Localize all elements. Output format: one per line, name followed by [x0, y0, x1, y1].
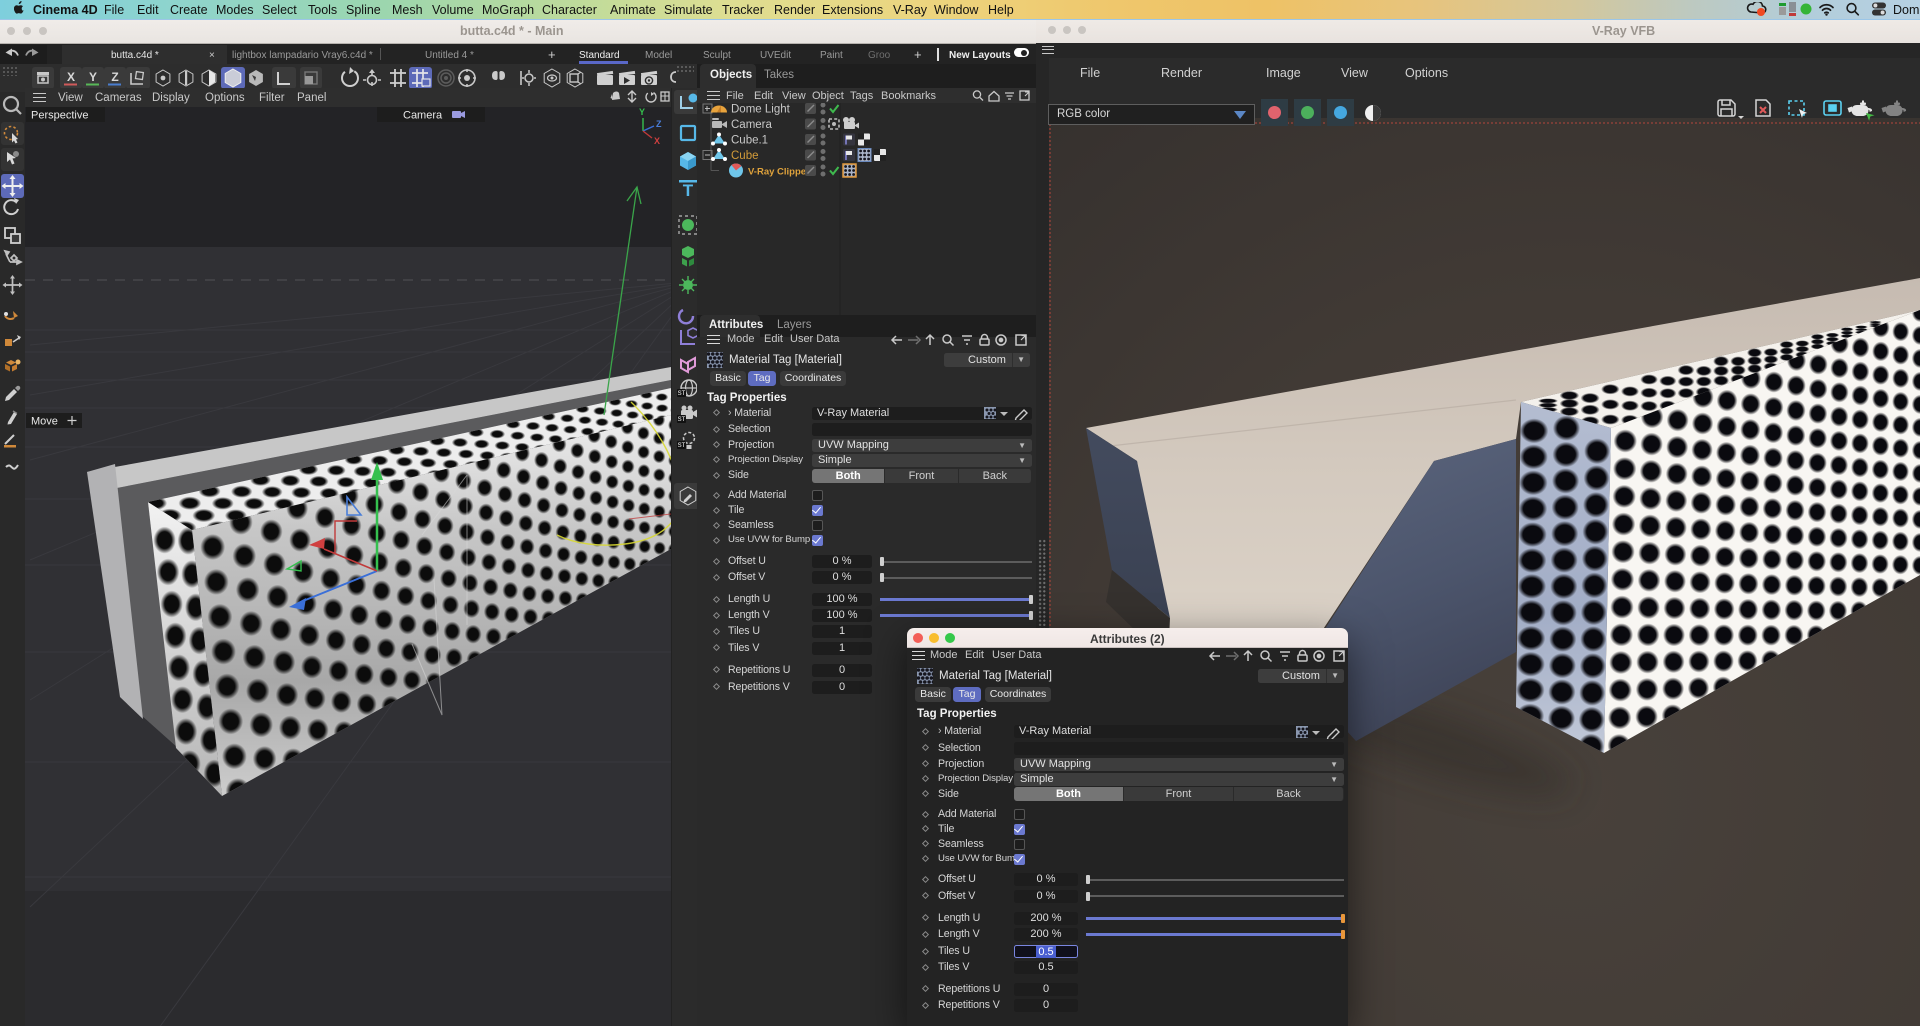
svg-text:Cube.1: Cube.1 — [731, 135, 768, 147]
svg-text:ST: ST — [678, 417, 686, 423]
svg-text:V-Ray Clipper: V-Ray Clipper — [748, 167, 810, 178]
svg-text:Y: Y — [639, 107, 645, 117]
svg-text:Cube: Cube — [731, 150, 759, 162]
svg-text:Z: Z — [656, 119, 662, 129]
svg-text:ST: ST — [678, 391, 686, 397]
svg-text:Z: Z — [111, 70, 118, 84]
svg-text:Perspective: Perspective — [31, 110, 88, 122]
svg-text:T: T — [683, 181, 694, 200]
svg-text:X: X — [67, 70, 75, 84]
svg-text:Y: Y — [89, 70, 97, 84]
svg-text:Dome Light: Dome Light — [731, 104, 791, 116]
svg-text:X: X — [654, 136, 660, 146]
svg-text:Move: Move — [31, 416, 58, 428]
svg-text:ST: ST — [678, 443, 686, 449]
svg-text:Camera: Camera — [403, 110, 443, 122]
svg-text:Camera: Camera — [731, 119, 773, 131]
